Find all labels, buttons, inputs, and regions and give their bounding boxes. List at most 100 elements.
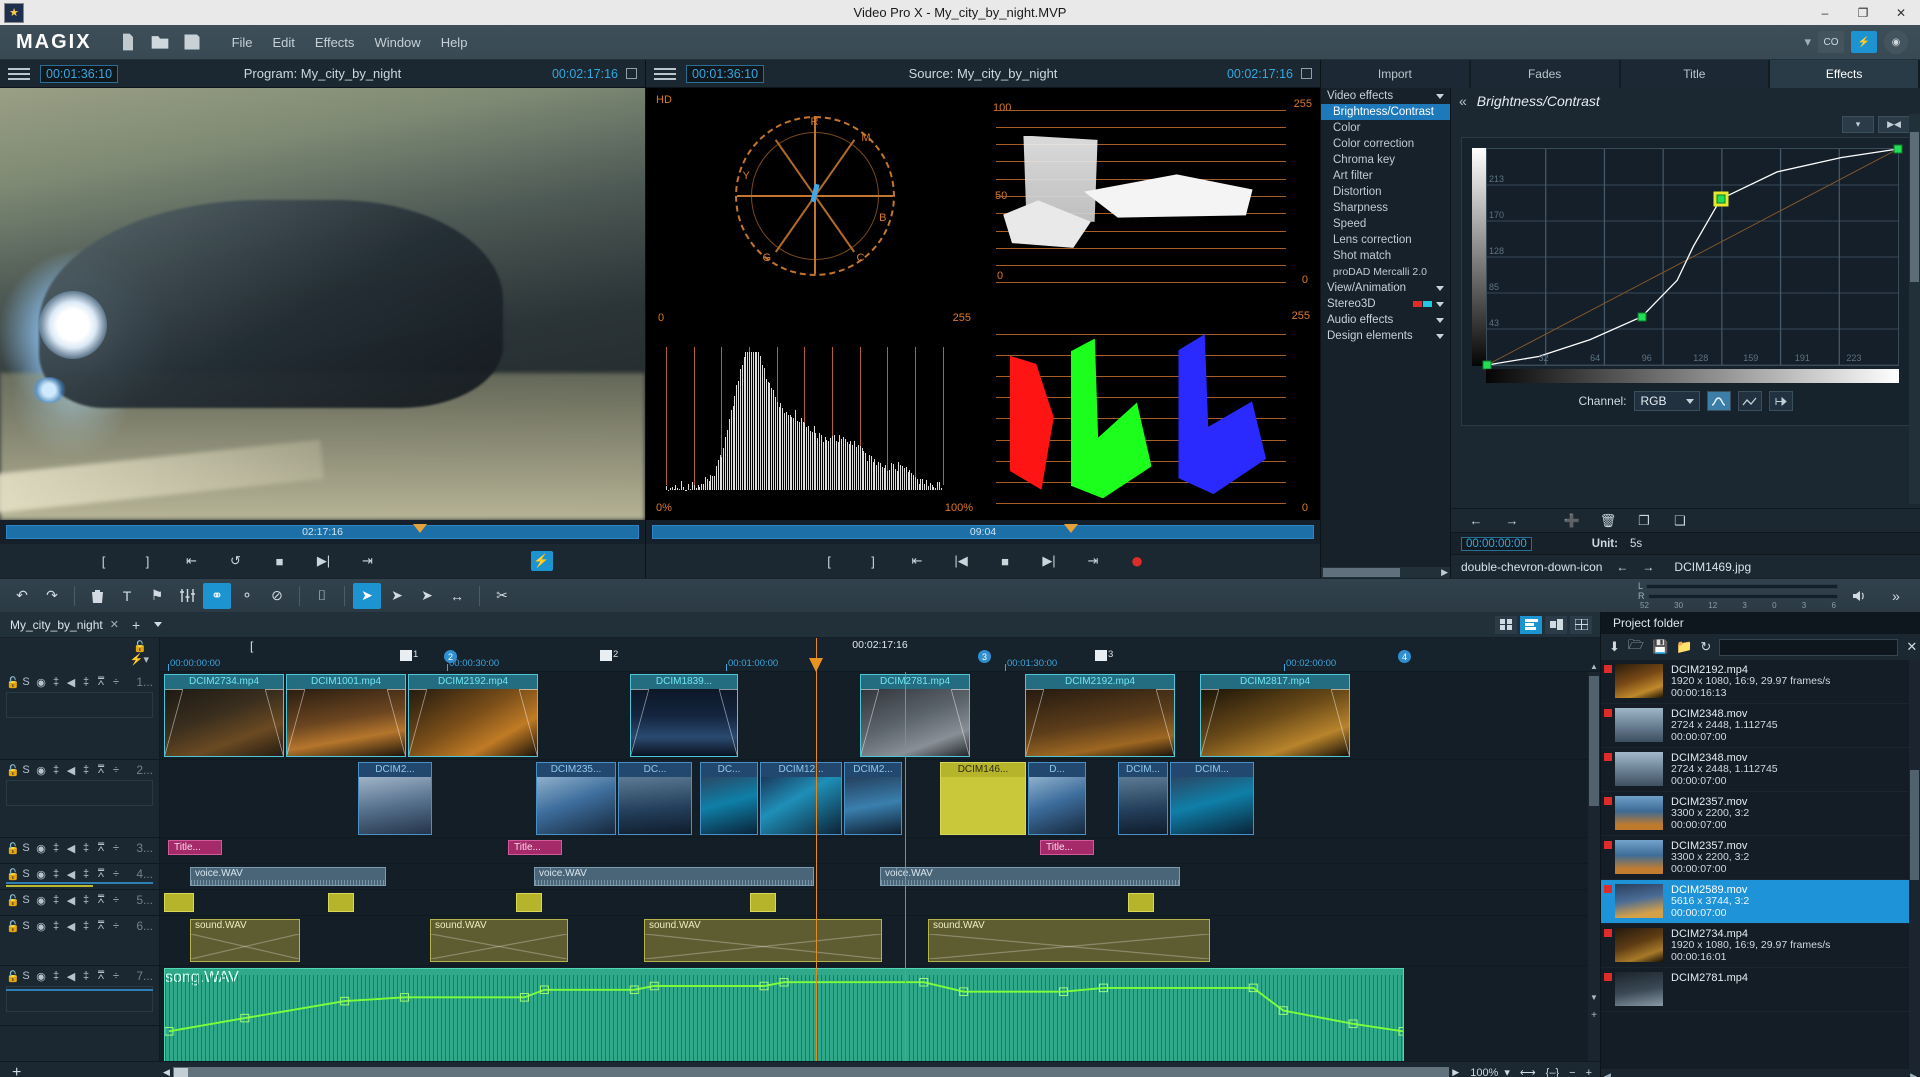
title-clip[interactable]: Title... <box>508 840 562 855</box>
title-clip[interactable]: Title... <box>168 840 222 855</box>
tone-curve-area[interactable]: 3264961281591912234385128170213 <box>1472 148 1899 383</box>
save-icon[interactable]: 💾 <box>1652 639 1668 655</box>
linear-curve-icon[interactable] <box>1738 391 1762 411</box>
effects-group-audio[interactable]: Audio effects <box>1321 312 1450 328</box>
clip-fade-in[interactable] <box>1026 689 1044 756</box>
refresh-icon[interactable]: ↻ <box>1700 639 1711 655</box>
double-chevron-down-icon[interactable]: double-chevron-down-icon <box>1461 560 1602 574</box>
video-clip[interactable]: DCIM1001.mp4 <box>286 674 406 757</box>
effect-art-filter[interactable]: Art filter <box>1321 168 1450 184</box>
effect-prodad-mercalli[interactable]: proDAD Mercalli 2.0 <box>1321 264 1450 280</box>
source-scrubbar[interactable]: 09:04 <box>652 525 1314 539</box>
record-arm-icon[interactable]: ‡ <box>81 676 91 688</box>
effect-clip[interactable] <box>164 893 194 912</box>
waveform-icon[interactable]: ⩞ <box>96 868 106 881</box>
mute-video-icon[interactable]: ‡ <box>51 764 61 776</box>
curve-control-point[interactable] <box>1716 194 1725 203</box>
effects-group-design-elements[interactable]: Design elements <box>1321 328 1450 344</box>
storyboard-view-icon[interactable] <box>1495 616 1517 634</box>
new-document-icon[interactable] <box>118 32 138 52</box>
eye-icon[interactable]: ◉ <box>36 842 46 855</box>
video-clip[interactable]: DCIM2192.mp4 <box>1025 674 1175 757</box>
chevron-down-icon[interactable] <box>1436 318 1444 323</box>
track-header[interactable]: 🔓S◉‡◀‡⩞÷7... <box>0 966 159 1026</box>
effect-shot-match[interactable]: Shot match <box>1321 248 1450 264</box>
track-name-field[interactable] <box>6 692 153 718</box>
video-clip[interactable]: DCIM2... <box>844 762 902 835</box>
track-header[interactable]: 🔓S◉‡◀‡⩞÷3... <box>0 838 159 864</box>
multicam-view-icon[interactable] <box>1570 616 1592 634</box>
skip-back-button[interactable]: ⇤ <box>181 551 203 571</box>
effects-group-video[interactable]: Video effects <box>1321 88 1450 104</box>
effect-clip[interactable] <box>1128 893 1154 912</box>
record-arm-icon[interactable]: ‡ <box>81 920 91 932</box>
menu-file[interactable]: File <box>232 35 253 50</box>
timeline-ruler[interactable]: [ 00:02:17:16 00:00:00:0000:00:30:0000:0… <box>160 638 1600 672</box>
smooth-curve-icon[interactable] <box>1707 391 1731 411</box>
audio-clip[interactable]: sound.WAV <box>430 919 568 962</box>
audio-clip[interactable]: voice.WAV <box>880 867 1180 886</box>
cut-button[interactable]: ✂ <box>488 583 516 609</box>
project-folder-item[interactable]: DCIM2357.mov3300 x 2200, 3:200:00:07:00 <box>1601 792 1920 836</box>
fx-icon[interactable]: ÷ <box>111 970 121 982</box>
project-folder-item[interactable]: DCIM2781.mp4 <box>1601 968 1920 1012</box>
project-folder-list[interactable]: DCIM2192.mp41920 x 1080, 16:9, 29.97 fra… <box>1601 660 1920 1069</box>
video-clip[interactable]: DCIM2734.mp4 <box>164 674 284 757</box>
next-file-button[interactable]: → <box>1642 560 1654 574</box>
waveform-icon[interactable]: ⩞ <box>96 894 106 907</box>
chevron-down-icon[interactable] <box>1436 302 1444 307</box>
fx-icon[interactable]: ÷ <box>111 764 121 776</box>
track-header[interactable]: 🔓S◉‡◀‡⩞÷5... <box>0 890 159 916</box>
solo-icon[interactable]: S <box>21 842 31 854</box>
scroll-down-icon[interactable]: ▼ <box>1589 993 1599 1003</box>
undo-button[interactable]: ↶ <box>8 583 36 609</box>
solo-icon[interactable]: S <box>21 868 31 880</box>
eye-icon[interactable]: ◉ <box>36 970 46 983</box>
zoom-out-button[interactable]: − <box>1569 1067 1575 1077</box>
channel-select[interactable]: RGB <box>1634 391 1700 411</box>
solo-icon[interactable]: S <box>21 764 31 776</box>
menu-effects[interactable]: Effects <box>315 35 355 50</box>
clear-search-icon[interactable]: ✕ <box>1906 639 1917 655</box>
eye-icon[interactable]: ◉ <box>36 676 46 689</box>
effect-clip[interactable] <box>328 893 354 912</box>
mute-video-icon[interactable]: ‡ <box>51 894 61 906</box>
eye-icon[interactable]: ◉ <box>36 920 46 933</box>
waveform-icon[interactable]: ⩞ <box>96 842 106 855</box>
snap-button[interactable]: ⌷ <box>308 583 336 609</box>
ungroup-button[interactable]: ⊘ <box>263 583 291 609</box>
secondary-playhead[interactable] <box>905 672 906 1061</box>
effect-distortion[interactable]: Distortion <box>1321 184 1450 200</box>
audio-clip[interactable]: voice.WAV <box>190 867 386 886</box>
project-folder-item[interactable]: DCIM2192.mp41920 x 1080, 16:9, 29.97 fra… <box>1601 660 1920 704</box>
mouse-mode-single[interactable]: ➤ <box>383 583 411 609</box>
timeline-track[interactable]: DCIM2734.mp4DCIM1001.mp4DCIM2192.mp4DCIM… <box>160 672 1600 760</box>
save-disk-icon[interactable] <box>182 32 202 52</box>
menu-help[interactable]: Help <box>441 35 468 50</box>
search-input[interactable] <box>1719 639 1898 656</box>
record-arm-icon[interactable]: ‡ <box>81 970 91 982</box>
fx-icon[interactable]: ÷ <box>111 920 121 932</box>
playhead[interactable] <box>816 638 817 1061</box>
set-out-point-button[interactable]: ] <box>137 551 159 571</box>
chapter-marker[interactable]: 4 <box>1398 650 1411 663</box>
solo-icon[interactable]: S <box>21 970 31 982</box>
speaker-icon[interactable]: ◀ <box>66 894 76 907</box>
clip-fade-in[interactable] <box>1201 689 1219 756</box>
menu-edit[interactable]: Edit <box>273 35 295 50</box>
scroll-right-icon[interactable]: ▶ <box>1910 1071 1917 1077</box>
project-folder-item[interactable]: DCIM2734.mp41920 x 1080, 16:9, 29.97 fra… <box>1601 924 1920 968</box>
video-clip[interactable]: DCIM2... <box>358 762 432 835</box>
effects-group-stereo3d[interactable]: Stereo3D <box>1321 296 1450 312</box>
prev-frame-button[interactable]: |◀ <box>950 551 972 571</box>
timeline-track[interactable]: Title...Title...Title... <box>160 838 1600 864</box>
volume-envelope[interactable] <box>165 969 1403 1061</box>
next-keyframe-button[interactable]: → <box>1501 511 1523 531</box>
mouse-mode-stretch[interactable]: ↔ <box>443 583 471 609</box>
copy-keyframe-button[interactable]: ❐ <box>1633 511 1655 531</box>
clip-fade-in[interactable] <box>861 689 879 756</box>
marker-button[interactable]: ⚑ <box>143 583 171 609</box>
eye-icon[interactable]: ◉ <box>36 764 46 777</box>
scroll-right-icon[interactable]: ▶ <box>1452 1067 1459 1077</box>
effect-clip[interactable] <box>516 893 542 912</box>
